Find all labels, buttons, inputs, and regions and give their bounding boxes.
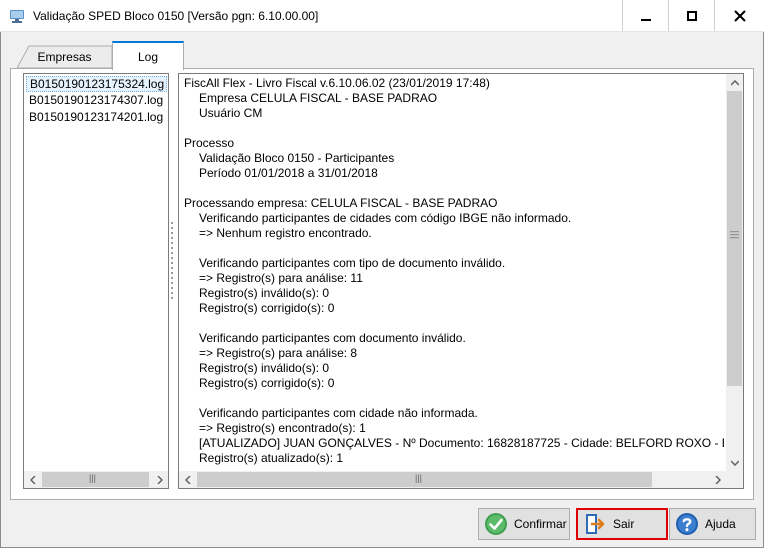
log-line: Verificando participantes com cidade não… (199, 406, 478, 420)
scroll-right-button[interactable] (709, 471, 726, 488)
chevron-down-icon (730, 459, 739, 466)
log-line: Usuário CM (199, 106, 263, 120)
log-line: Processando empresa: CELULA FISCAL - BAS… (184, 196, 498, 210)
chevron-up-icon (730, 79, 739, 86)
scroll-left-button[interactable] (179, 471, 196, 488)
log-line: Período 01/01/2018 a 31/01/2018 (199, 166, 378, 180)
log-line: Registro(s) inválido(s): 0 (199, 286, 330, 300)
confirmar-button[interactable]: Confirmar (478, 508, 570, 540)
log-file-item[interactable]: B0150190123175324.log (26, 76, 167, 92)
ajuda-label: Ajuda (705, 517, 736, 531)
tab-log[interactable]: Log (112, 41, 184, 70)
log-file-list[interactable]: B0150190123175324.log B0150190123174307.… (23, 73, 169, 489)
chevron-left-icon (29, 475, 36, 484)
log-line: Registro(s) atualizado(s): 1 (199, 451, 344, 465)
tab-log-label: Log (137, 49, 159, 64)
close-icon (733, 9, 746, 22)
ajuda-button[interactable]: Ajuda (669, 508, 756, 540)
log-file-name: B0150190123174201.log (29, 110, 164, 124)
log-horizontal-scrollbar[interactable]: ||| (179, 471, 726, 488)
log-line: => Registro(s) encontrado(s): 1 (199, 421, 366, 435)
chevron-right-icon (714, 475, 721, 484)
tab-empresas[interactable]: Empresas (17, 45, 112, 68)
log-line: FiscAll Flex - Livro Fiscal v.6.10.06.02… (184, 76, 490, 90)
log-content: FiscAll Flex - Livro Fiscal v.6.10.06.02… (184, 76, 724, 469)
minimize-icon (640, 18, 651, 21)
log-file-item[interactable]: B0150190123174307.log (26, 93, 167, 109)
close-button[interactable] (714, 0, 764, 31)
maximize-button[interactable] (668, 0, 714, 31)
log-file-name: B0150190123174307.log (29, 93, 164, 107)
log-line: Registro(s) corrigido(s): 0 (199, 376, 335, 390)
log-line: Registro(s) inválido(s): 0 (199, 361, 330, 375)
list-horizontal-scrollbar[interactable]: ||| (24, 471, 168, 488)
log-line: Registro(s) corrigido(s): 0 (199, 301, 335, 315)
scroll-left-button[interactable] (24, 471, 41, 488)
log-line: Empresa CELULA FISCAL - BASE PADRAO (199, 91, 438, 105)
log-line: => Registro(s) para análise: 11 (199, 271, 363, 285)
log-line: [ATUALIZADO] JUAN GONÇALVES - Nº Documen… (199, 436, 724, 450)
grip-icon: ||| (89, 473, 97, 483)
scroll-up-button[interactable] (726, 74, 743, 91)
log-file-name: B0150190123175324.log (30, 77, 165, 91)
log-line: Verificando participantes com documento … (199, 331, 466, 345)
sair-button[interactable]: Sair (576, 508, 668, 540)
log-vscroll-thumb[interactable]: — — — (727, 91, 742, 386)
app-icon (10, 10, 24, 23)
log-line: Verificando participantes de cidades com… (199, 211, 572, 225)
exit-icon (586, 514, 605, 534)
log-viewer[interactable]: FiscAll Flex - Livro Fiscal v.6.10.06.02… (178, 73, 744, 489)
maximize-icon (686, 10, 697, 21)
chevron-left-icon (184, 475, 191, 484)
panel-splitter[interactable] (170, 222, 174, 302)
log-line: => Registro(s) para análise: 8 (199, 346, 358, 360)
confirmar-label: Confirmar (514, 517, 567, 531)
tab-empresas-label: Empresas (37, 49, 92, 64)
log-line: Validação Bloco 0150 - Participantes (199, 151, 395, 165)
log-line: => Nenhum registro encontrado. (199, 226, 372, 240)
help-icon (676, 513, 698, 535)
grip-icon: ||| (415, 473, 423, 483)
title-bar: Validação SPED Bloco 0150 [Versão pgn: 6… (0, 0, 764, 32)
log-vertical-scrollbar[interactable]: — — — (726, 74, 743, 471)
log-line: Verificando participantes com tipo de do… (199, 256, 506, 270)
grip-icon: — — — (730, 226, 739, 242)
log-hscroll-thumb[interactable]: ||| (197, 472, 652, 487)
log-line: Processo (184, 136, 235, 150)
minimize-button[interactable] (622, 0, 668, 31)
chevron-right-icon (156, 475, 163, 484)
list-scroll-thumb[interactable]: ||| (42, 472, 149, 487)
scroll-down-button[interactable] (726, 454, 743, 471)
sair-label: Sair (613, 517, 635, 531)
scroll-right-button[interactable] (151, 471, 168, 488)
log-file-item[interactable]: B0150190123174201.log (26, 110, 167, 126)
scroll-corner (726, 471, 743, 488)
window-title: Validação SPED Bloco 0150 [Versão pgn: 6… (33, 9, 319, 23)
check-icon (485, 513, 507, 535)
